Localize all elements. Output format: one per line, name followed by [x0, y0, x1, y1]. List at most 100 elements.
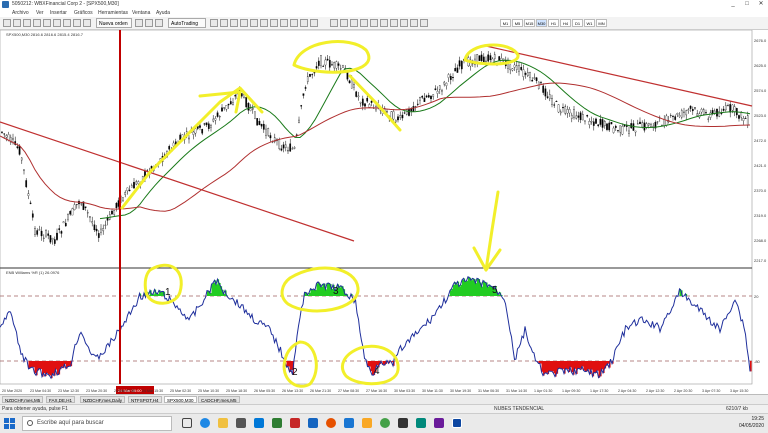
time-label: 24 Mar 07:30 — [114, 389, 135, 393]
candlestick-icon[interactable] — [220, 19, 228, 27]
app-icon[interactable] — [416, 418, 426, 428]
menu-ayuda[interactable]: Ayuda — [156, 10, 170, 16]
mail-icon[interactable] — [254, 418, 264, 428]
tile-windows-icon[interactable] — [260, 19, 268, 27]
bar-chart-icon[interactable] — [210, 19, 218, 27]
tab-chart[interactable]: CADCHF,mes,M5 — [198, 396, 240, 403]
file-explorer-icon[interactable] — [218, 418, 228, 428]
overbought-bar — [482, 287, 484, 296]
tab-chart[interactable]: NZDCHF,mes,M5 — [2, 396, 43, 403]
editor-icon[interactable] — [73, 19, 81, 27]
candle-body — [485, 61, 486, 62]
system-tray-clock[interactable]: 19:25 04/05/2020 — [739, 416, 764, 430]
tf-h1[interactable]: H1 — [548, 19, 559, 27]
label-tool-icon[interactable] — [410, 19, 418, 27]
metatrader-icon[interactable] — [452, 418, 462, 428]
profiles-icon[interactable] — [13, 19, 21, 27]
buy-icon[interactable] — [145, 19, 153, 27]
chrome-icon[interactable] — [380, 418, 390, 428]
navigator-icon[interactable] — [43, 19, 51, 27]
dollar-icon[interactable] — [155, 19, 163, 27]
data-window-icon[interactable] — [33, 19, 41, 27]
tf-w1[interactable]: W1 — [584, 19, 595, 27]
vertical-line-icon[interactable] — [350, 19, 358, 27]
oversold-bar — [542, 361, 544, 372]
close-button[interactable]: ✕ — [754, 0, 768, 9]
candle-body — [338, 64, 339, 66]
zoom-out-icon[interactable] — [250, 19, 258, 27]
overbought-bar — [327, 283, 329, 296]
tf-m15[interactable]: M15 — [524, 19, 535, 27]
candle-body — [692, 109, 693, 111]
candle-body — [433, 94, 434, 96]
tab-chart[interactable]: FAX,DE,H1 — [46, 396, 75, 403]
menu-herramientas[interactable]: Herramientas — [98, 10, 128, 16]
powerpoint-icon[interactable] — [290, 418, 300, 428]
task-view-icon[interactable] — [182, 418, 192, 428]
templates-icon[interactable] — [310, 19, 318, 27]
windows-start-icon[interactable] — [4, 418, 15, 429]
taskbar-search-input[interactable]: Escribe aquí para buscar — [22, 416, 172, 431]
channel-icon[interactable] — [380, 19, 388, 27]
app-icon[interactable] — [362, 418, 372, 428]
periods-icon[interactable] — [300, 19, 308, 27]
arrows-icon[interactable] — [420, 19, 428, 27]
line-chart-icon[interactable] — [230, 19, 238, 27]
app-icon[interactable] — [434, 418, 444, 428]
text-tool-icon[interactable] — [400, 19, 408, 27]
chart-tabs: NZDCHF,mes,M5 FAX,DE,H1 NZDCHF,mes,Daily… — [0, 394, 768, 404]
connection-icon[interactable] — [83, 19, 91, 27]
overbought-bar — [459, 286, 461, 296]
menu-ver[interactable]: Ver — [36, 10, 44, 16]
word-icon[interactable] — [308, 418, 318, 428]
tf-m30[interactable]: M30 — [536, 19, 547, 27]
maximize-button[interactable]: □ — [740, 0, 754, 9]
app-icon[interactable] — [398, 418, 408, 428]
new-order-button[interactable]: Nueva orden — [96, 18, 132, 28]
menu-graficos[interactable]: Gráficos — [74, 10, 93, 16]
firefox-icon[interactable] — [326, 418, 336, 428]
market-watch-icon[interactable] — [23, 19, 31, 27]
candle-body — [554, 105, 555, 106]
cursor-icon[interactable] — [330, 19, 338, 27]
price-chart[interactable]: SPX500,M30 2816.6 2816.6 2815.4 2816.7 E… — [0, 30, 768, 394]
tab-chart[interactable]: NZDCHF,mes,Daily — [80, 396, 125, 403]
overbought-bar — [483, 280, 485, 296]
indicators-icon[interactable] — [290, 19, 298, 27]
candle-body — [325, 60, 326, 65]
sell-icon[interactable] — [135, 19, 143, 27]
outlook-icon[interactable] — [344, 418, 354, 428]
tf-m1[interactable]: M1 — [500, 19, 511, 27]
trendline-icon[interactable] — [370, 19, 378, 27]
zoom-in-icon[interactable] — [240, 19, 248, 27]
menu-insertar[interactable]: Insertar — [50, 10, 67, 16]
autotrading-button[interactable]: AutoTrading — [168, 18, 206, 28]
candle-body — [72, 209, 73, 216]
autoscroll-icon[interactable] — [270, 19, 278, 27]
candle-body — [397, 117, 398, 120]
horizontal-line-icon[interactable] — [360, 19, 368, 27]
tf-h4[interactable]: H4 — [560, 19, 571, 27]
tf-mn[interactable]: MN — [596, 19, 607, 27]
strategy-tester-icon[interactable] — [63, 19, 71, 27]
chart-shift-icon[interactable] — [280, 19, 288, 27]
menu-archivo[interactable]: Archivo — [12, 10, 29, 16]
candle-body — [503, 59, 504, 60]
tf-m5[interactable]: M5 — [512, 19, 523, 27]
chart-window[interactable]: SPX500,M30 2816.6 2816.6 2815.4 2816.7 E… — [0, 30, 768, 394]
tf-d1[interactable]: D1 — [572, 19, 583, 27]
terminal-icon[interactable] — [53, 19, 61, 27]
candle-body — [257, 118, 258, 125]
candle-body — [320, 55, 321, 65]
tab-chart[interactable]: NTFSPOT,H4 — [128, 396, 162, 403]
new-chart-icon[interactable] — [3, 19, 11, 27]
menu-ventana[interactable]: Ventana — [132, 10, 150, 16]
excel-icon[interactable] — [272, 418, 282, 428]
minimize-button[interactable]: _ — [726, 0, 740, 9]
store-icon[interactable] — [236, 418, 246, 428]
crosshair-icon[interactable] — [340, 19, 348, 27]
candle-body — [111, 211, 112, 214]
tab-chart-active[interactable]: SPX500,M30 — [164, 396, 197, 403]
fibonacci-icon[interactable] — [390, 19, 398, 27]
edge-icon[interactable] — [200, 418, 210, 428]
